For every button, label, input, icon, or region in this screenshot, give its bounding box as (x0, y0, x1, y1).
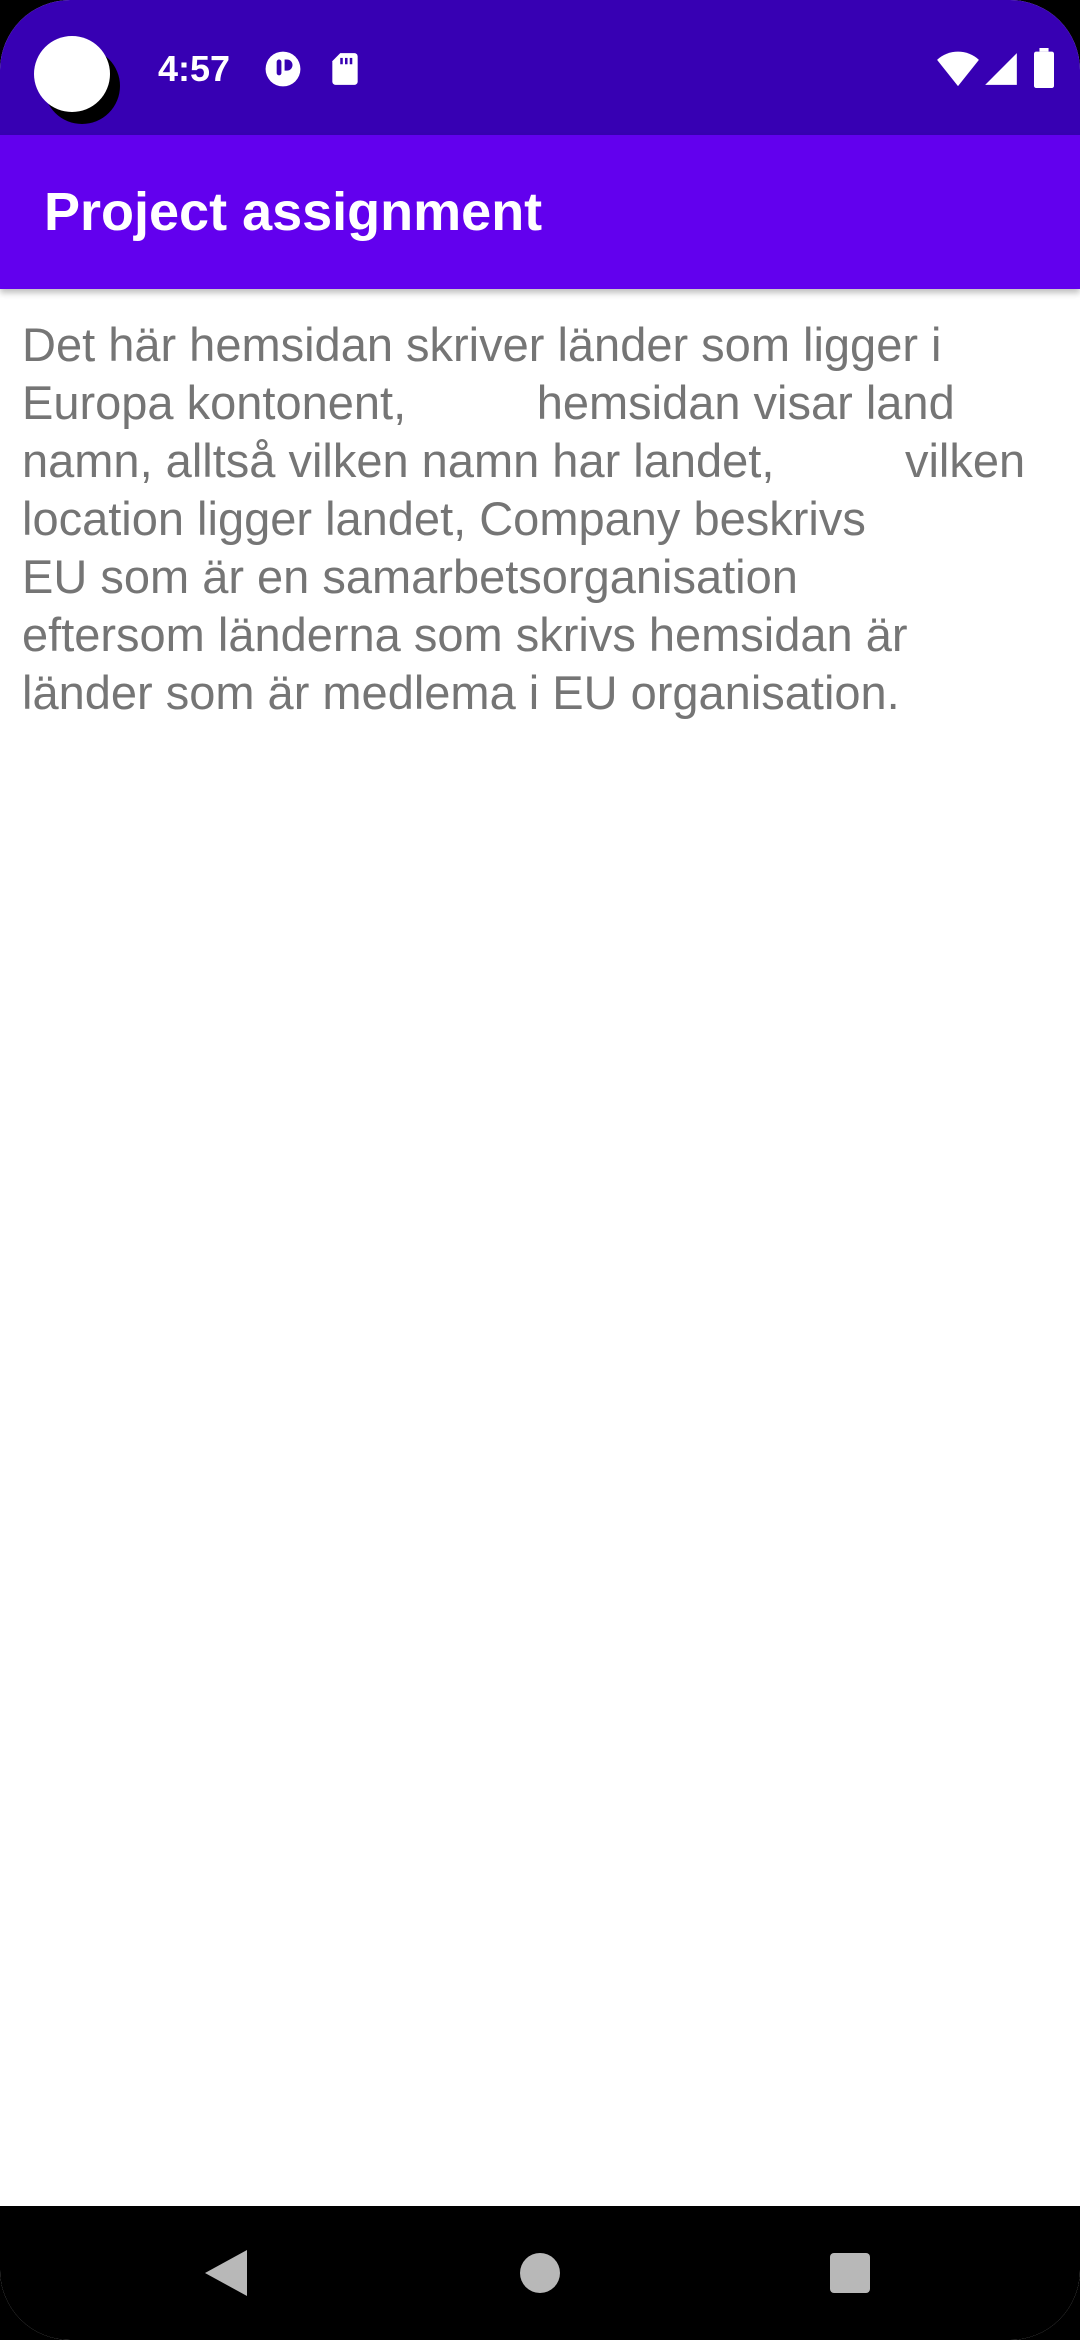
camera-cutout (34, 36, 110, 112)
recents-icon (830, 2253, 870, 2293)
status-bar: 4:57 (0, 0, 1080, 135)
description-text: Det här hemsidan skriver länder som ligg… (22, 318, 1026, 719)
app-bar: Project assignment (0, 135, 1080, 289)
sd-card-icon (326, 50, 364, 88)
back-icon (205, 2250, 247, 2296)
app-title: Project assignment (44, 182, 543, 242)
back-button[interactable] (146, 2206, 306, 2340)
battery-icon (1032, 48, 1056, 88)
status-time: 4:57 (158, 48, 231, 89)
wifi-icon (936, 48, 980, 88)
home-icon (520, 2253, 560, 2293)
home-button[interactable] (460, 2206, 620, 2340)
phone-screen: 4:57 Project assignment Det här hemsidan… (0, 0, 1080, 2340)
recents-button[interactable] (770, 2206, 930, 2340)
main-content: Det här hemsidan skriver länder som ligg… (22, 316, 1062, 722)
navigation-bar (0, 2206, 1080, 2340)
notification-app-icon (264, 50, 302, 88)
cellular-signal-icon (982, 50, 1020, 88)
